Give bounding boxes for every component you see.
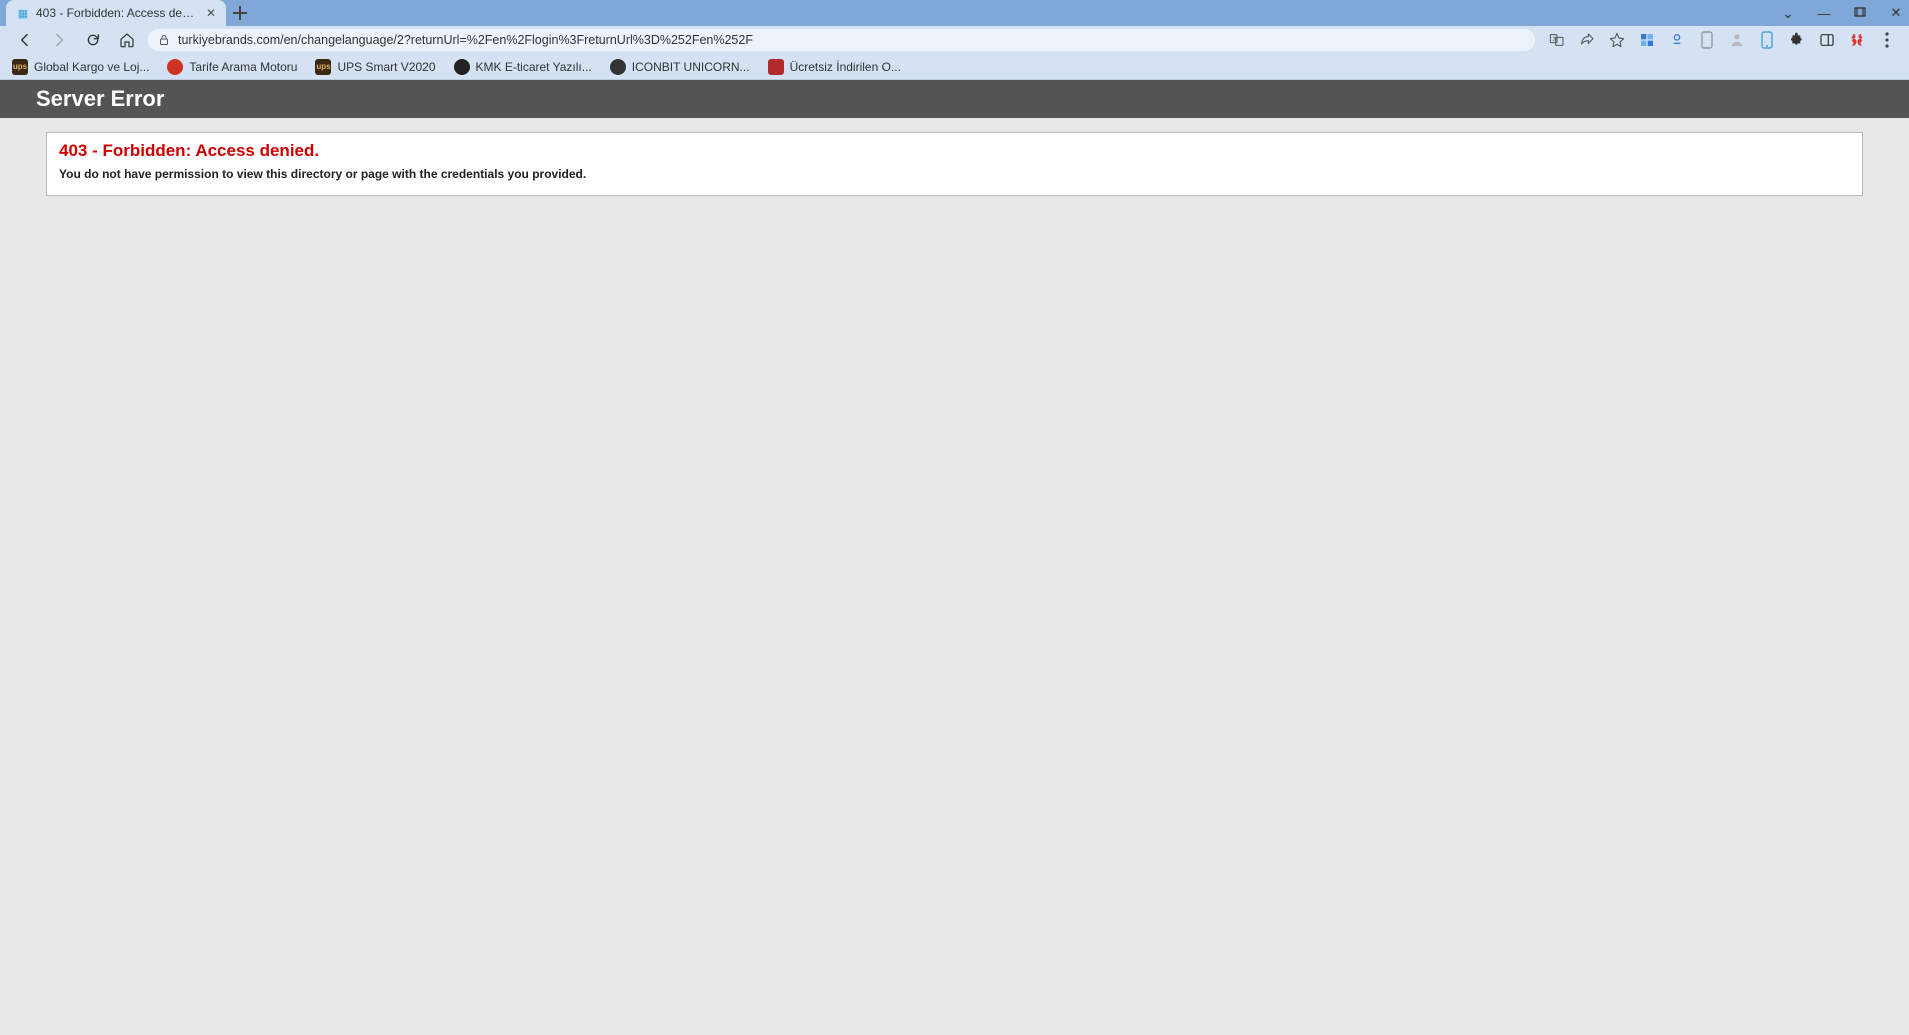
bookmark-label: Global Kargo ve Loj... — [34, 60, 149, 74]
bookmark-label: KMK E-ticaret Yazılı... — [476, 60, 592, 74]
error-box: 403 - Forbidden: Access denied. You do n… — [46, 132, 1863, 196]
bookmark-favicon-icon: ups — [315, 59, 331, 75]
extension-e-icon[interactable] — [1757, 30, 1777, 50]
window-controls: ⌄ — ✕ — [1779, 0, 1905, 26]
home-icon[interactable] — [118, 31, 136, 49]
bookmark-favicon-icon — [454, 59, 470, 75]
share-icon[interactable] — [1577, 30, 1597, 50]
extension-a-icon[interactable] — [1637, 30, 1657, 50]
forward-icon[interactable] — [50, 31, 68, 49]
bookmark-label: Ücretsiz İndirilen O... — [790, 60, 901, 74]
close-window-icon[interactable]: ✕ — [1887, 5, 1905, 21]
page-content: Server Error 403 - Forbidden: Access den… — [0, 80, 1909, 196]
bookmark-favicon-icon: ups — [12, 59, 28, 75]
error-message: You do not have permission to view this … — [59, 167, 1850, 181]
server-error-header: Server Error — [0, 80, 1909, 118]
minimize-window-icon[interactable]: — — [1815, 6, 1833, 21]
bookmark-item[interactable]: KMK E-ticaret Yazılı... — [454, 59, 592, 75]
back-icon[interactable] — [16, 31, 34, 49]
new-tab-button[interactable] — [226, 0, 254, 26]
toolbar-right-icons: 文 — [1547, 30, 1901, 50]
bookmark-label: UPS Smart V2020 — [337, 60, 435, 74]
extension-c-icon[interactable] — [1697, 30, 1717, 50]
bookmark-item[interactable]: ups UPS Smart V2020 — [315, 59, 435, 75]
reload-icon[interactable] — [84, 31, 102, 49]
tab-title: 403 - Forbidden: Access denied. — [36, 6, 198, 20]
extension-b-icon[interactable] — [1667, 30, 1687, 50]
url-text: turkiyebrands.com/en/changelanguage/2?re… — [178, 33, 1525, 47]
bookmark-item[interactable]: Tarife Arama Motoru — [167, 59, 297, 75]
browser-chrome: ▦ 403 - Forbidden: Access denied. ✕ ⌄ — … — [0, 0, 1909, 80]
close-tab-icon[interactable]: ✕ — [204, 6, 218, 20]
browser-tab[interactable]: ▦ 403 - Forbidden: Access denied. ✕ — [6, 0, 226, 26]
bookmark-label: Tarife Arama Motoru — [189, 60, 297, 74]
bookmark-favicon-icon — [768, 59, 784, 75]
star-icon[interactable] — [1607, 30, 1627, 50]
translate-icon[interactable]: 文 — [1547, 30, 1567, 50]
site-favicon-icon: ▦ — [14, 5, 30, 21]
bookmark-label: ICONBIT UNICORN... — [632, 60, 750, 74]
browser-toolbar: turkiyebrands.com/en/changelanguage/2?re… — [0, 26, 1909, 54]
extensions-puzzle-icon[interactable] — [1787, 30, 1807, 50]
bookmark-item[interactable]: Ücretsiz İndirilen O... — [768, 59, 901, 75]
tab-strip: ▦ 403 - Forbidden: Access denied. ✕ ⌄ — … — [0, 0, 1909, 26]
nav-buttons — [8, 31, 136, 49]
error-title: 403 - Forbidden: Access denied. — [59, 141, 1850, 161]
lock-icon — [158, 34, 170, 46]
bookmarks-bar: ups Global Kargo ve Loj... Tarife Arama … — [0, 54, 1909, 80]
tab-search-icon[interactable]: ⌄ — [1779, 5, 1797, 22]
plus-icon — [233, 6, 247, 20]
bookmark-favicon-icon — [610, 59, 626, 75]
maximize-window-icon[interactable] — [1851, 7, 1869, 19]
bookmark-item[interactable]: ups Global Kargo ve Loj... — [12, 59, 149, 75]
browser-menu-icon[interactable] — [1877, 30, 1897, 50]
side-panel-icon[interactable] — [1817, 30, 1837, 50]
bookmark-favicon-icon — [167, 59, 183, 75]
address-bar[interactable]: turkiyebrands.com/en/changelanguage/2?re… — [148, 29, 1535, 51]
extension-f-icon[interactable] — [1847, 30, 1867, 50]
extension-d-icon[interactable] — [1727, 30, 1747, 50]
bookmark-item[interactable]: ICONBIT UNICORN... — [610, 59, 750, 75]
